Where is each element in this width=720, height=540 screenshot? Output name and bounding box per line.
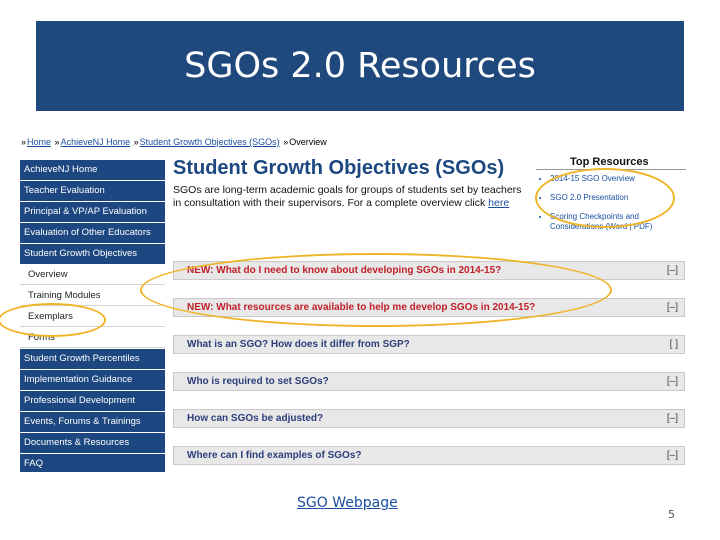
page-heading: Student Growth Objectives (SGOs) (173, 157, 505, 179)
sidebar-item-achievenj-home[interactable]: AchieveNJ Home (20, 160, 165, 180)
overview-link[interactable]: here (488, 197, 509, 209)
faq-toggle[interactable]: [ ] (670, 339, 678, 350)
faq-question: Where can I find examples of SGOs? (187, 450, 362, 461)
highlight-ring-new-faqs (140, 253, 612, 327)
page-number: 5 (668, 508, 675, 521)
breadcrumb-home[interactable]: Home (27, 137, 51, 147)
intro-text: SGOs are long-term academic goals for gr… (173, 184, 531, 210)
breadcrumb-current: Overview (289, 137, 327, 147)
sidebar-item-implementation-guidance[interactable]: Implementation Guidance (20, 370, 165, 390)
breadcrumb: »Home »AchieveNJ Home »Student Growth Ob… (20, 137, 327, 147)
faq-question: Who is required to set SGOs? (187, 376, 329, 387)
highlight-ring-exemplars (0, 303, 106, 337)
faq-item[interactable]: Where can I find examples of SGOs? [–] (173, 446, 685, 465)
highlight-ring-top-resources (535, 168, 675, 228)
sidebar-item-teacher-evaluation[interactable]: Teacher Evaluation (20, 181, 165, 201)
breadcrumb-separator: » (283, 137, 289, 147)
faq-item[interactable]: Who is required to set SGOs? [–] (173, 372, 685, 391)
slide-title: SGOs 2.0 Resources (184, 46, 536, 86)
breadcrumb-separator: » (133, 137, 139, 147)
sidebar-item-professional-development[interactable]: Professional Development (20, 391, 165, 411)
breadcrumb-separator: » (54, 137, 60, 147)
breadcrumb-achievenj-home[interactable]: AchieveNJ Home (61, 137, 131, 147)
breadcrumb-separator: » (21, 137, 27, 147)
faq-question: What is an SGO? How does it differ from … (187, 339, 410, 350)
sidebar-item-documents-resources[interactable]: Documents & Resources (20, 433, 165, 453)
sidebar-item-events-forums-trainings[interactable]: Events, Forums & Trainings (20, 412, 165, 432)
intro-paragraph: SGOs are long-term academic goals for gr… (173, 184, 522, 209)
faq-toggle[interactable]: [–] (667, 302, 678, 313)
sidebar-item-faq[interactable]: FAQ (20, 454, 165, 472)
faq-question: How can SGOs be adjusted? (187, 413, 324, 424)
sidebar-item-principal-vp-ap-evaluation[interactable]: Principal & VP/AP Evaluation (20, 202, 165, 222)
sgo-webpage-link[interactable]: SGO Webpage (297, 495, 398, 511)
sidebar-item-overview[interactable]: Overview (20, 265, 165, 285)
faq-toggle[interactable]: [–] (667, 413, 678, 424)
faq-item[interactable]: What is an SGO? How does it differ from … (173, 335, 685, 354)
sidebar-item-evaluation-of-other-educators[interactable]: Evaluation of Other Educators (20, 223, 165, 243)
faq-toggle[interactable]: [–] (667, 376, 678, 387)
breadcrumb-sgos[interactable]: Student Growth Objectives (SGOs) (140, 137, 280, 147)
sidebar-item-student-growth-percentiles[interactable]: Student Growth Percentiles (20, 349, 165, 369)
faq-toggle[interactable]: [–] (667, 265, 678, 276)
faq-item[interactable]: How can SGOs be adjusted? [–] (173, 409, 685, 428)
sidebar-item-student-growth-objectives[interactable]: Student Growth Objectives (20, 244, 165, 264)
slide-title-bar: SGOs 2.0 Resources (36, 21, 684, 111)
faq-toggle[interactable]: [–] (667, 450, 678, 461)
